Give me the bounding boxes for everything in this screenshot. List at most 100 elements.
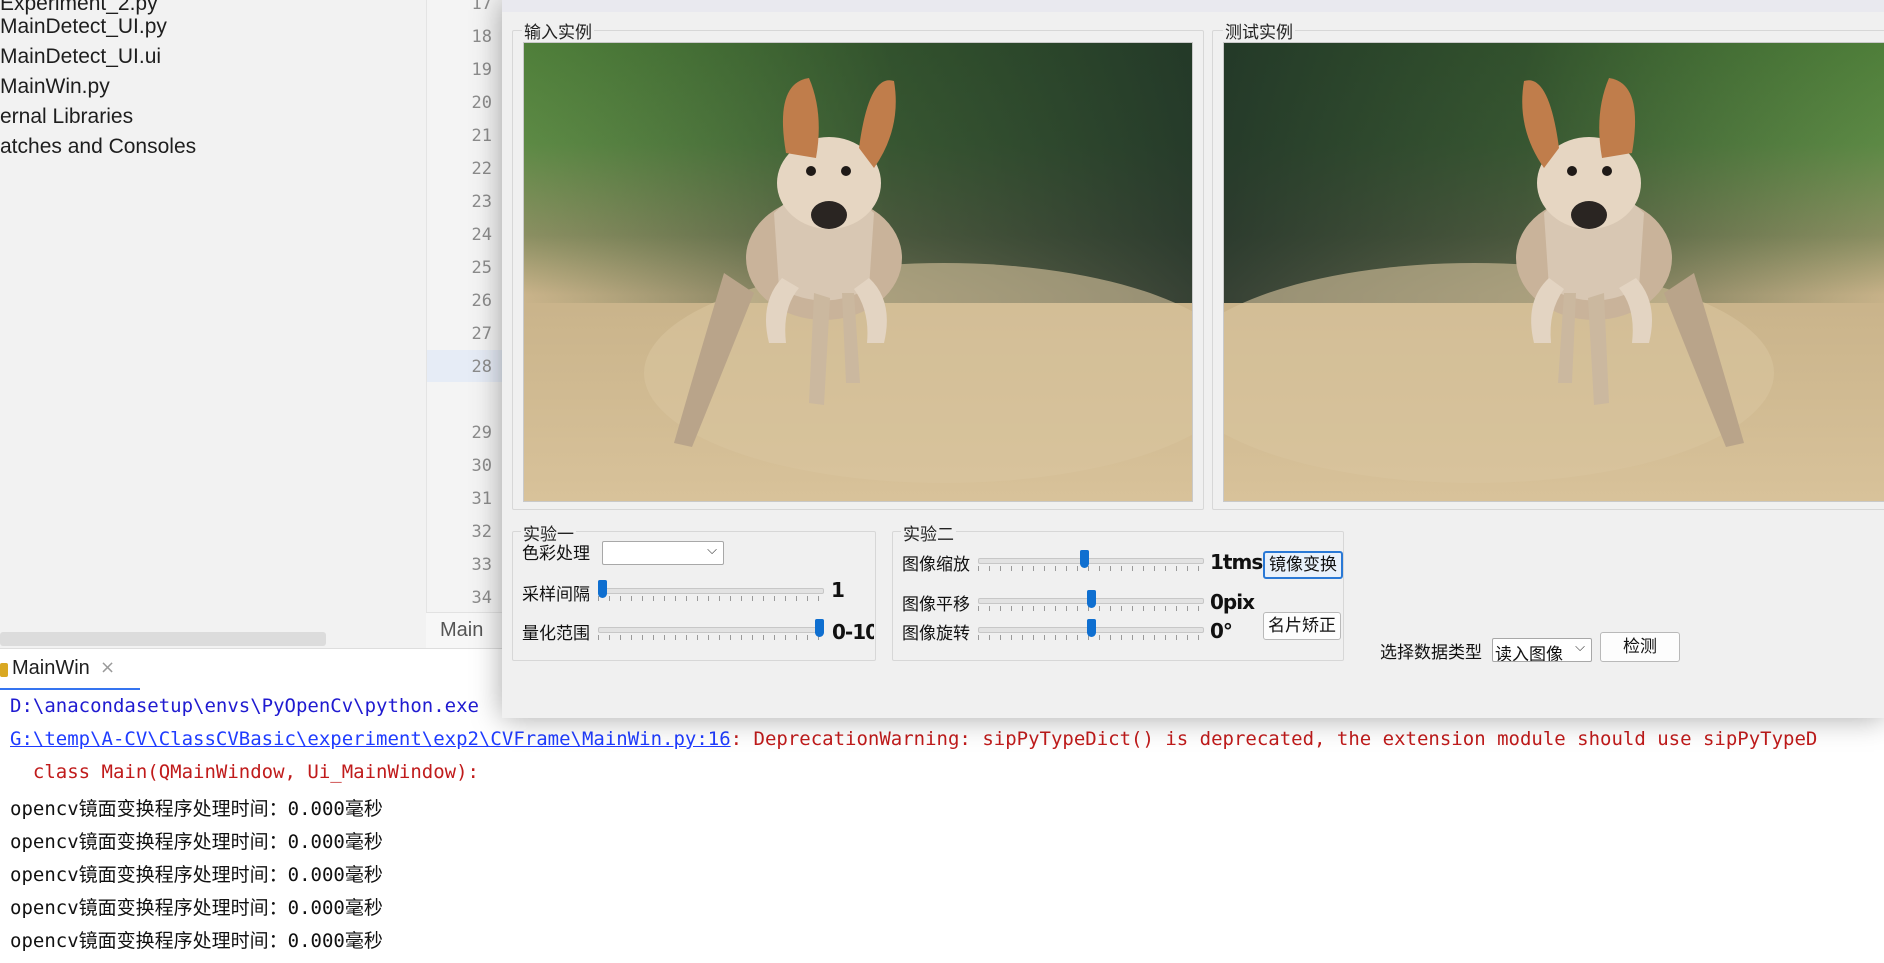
- run-tab-mainwin[interactable]: MainWin ×: [0, 651, 140, 689]
- slider-handle[interactable]: [598, 580, 607, 598]
- input-image: [523, 42, 1193, 502]
- app-window-top-edge: [502, 0, 1884, 12]
- color-processing-label: 色彩处理: [522, 544, 590, 564]
- warning-text: : DeprecationWarning: sipPyTypeDict() is…: [730, 728, 1818, 750]
- output-label: 镜面变换程序处理时间：: [78, 930, 288, 952]
- slider-ticks: [598, 596, 824, 601]
- line-number-current: 28: [471, 357, 492, 377]
- warning-file-link[interactable]: G:\temp\A-CV\ClassCVBasic\experiment\exp…: [10, 728, 731, 750]
- slider-handle[interactable]: [1087, 619, 1096, 637]
- line-number: 20: [471, 93, 492, 113]
- output-unit: 毫秒: [344, 864, 383, 886]
- line-number: 27: [471, 324, 492, 344]
- detect-button[interactable]: 检测: [1600, 632, 1680, 662]
- business-card-correction-button[interactable]: 名片矫正: [1263, 612, 1341, 640]
- line-number: 33: [471, 555, 492, 575]
- output-unit: 毫秒: [344, 930, 383, 952]
- line-number: 30: [471, 456, 492, 476]
- tree-item-scratches-consoles[interactable]: atches and Consoles: [0, 135, 196, 159]
- mirrored-dog-image: [1224, 43, 1884, 501]
- image-rotate-label: 图像旋转: [902, 624, 970, 644]
- tree-item-external-libraries[interactable]: ernal Libraries: [0, 105, 133, 129]
- line-numbers: 17 18 19 20 21 22 23 24 25 26 27 28 29 3…: [426, 0, 502, 612]
- output-label: 镜面变换程序处理时间：: [78, 897, 288, 919]
- image-rotate-slider[interactable]: [978, 619, 1204, 640]
- output-group-title: 测试实例: [1223, 18, 1295, 43]
- slider-groove: [598, 627, 824, 633]
- line-number: 29: [471, 423, 492, 443]
- image-scale-value: 1tms: [1210, 550, 1263, 574]
- console-output-line: opencv镜面变换程序处理时间：0.000毫秒: [10, 827, 383, 854]
- slider-ticks: [598, 635, 824, 640]
- output-image: [1223, 42, 1884, 502]
- output-value: 0.000: [287, 798, 345, 820]
- output-prefix: opencv: [10, 831, 79, 853]
- line-number: 32: [471, 522, 492, 542]
- image-rotate-value: 0°: [1210, 619, 1233, 643]
- slider-handle[interactable]: [1080, 550, 1089, 568]
- datatype-select[interactable]: 读入图像 ⌵: [1492, 638, 1592, 662]
- console-output-line: opencv镜面变换程序处理时间：0.000毫秒: [10, 794, 383, 821]
- output-label: 镜面变换程序处理时间：: [78, 798, 288, 820]
- slider-handle[interactable]: [815, 619, 824, 637]
- quantization-range-slider[interactable]: [598, 619, 824, 640]
- tree-item-maindetect-ui-py[interactable]: MainDetect_UI.py: [0, 15, 167, 39]
- breadcrumb[interactable]: Main: [440, 619, 483, 642]
- console-class-line: class Main(QMainWindow, Ui_MainWindow):: [10, 761, 479, 783]
- line-number: 18: [471, 27, 492, 47]
- console-output-line: opencv镜面变换程序处理时间：0.000毫秒: [10, 893, 383, 920]
- output-value: 0.000: [287, 864, 345, 886]
- output-prefix: opencv: [10, 864, 79, 886]
- image-translate-slider[interactable]: [978, 590, 1204, 611]
- line-number: 23: [471, 192, 492, 212]
- experiment-2-title: 实验二: [901, 520, 956, 545]
- output-value: 0.000: [287, 897, 345, 919]
- editor-breadcrumb-bar: Main: [426, 612, 502, 649]
- quantization-range-value: 0-100: [832, 620, 874, 644]
- close-icon[interactable]: ×: [100, 657, 115, 678]
- run-tab-label: MainWin: [12, 657, 90, 679]
- line-number: 17: [471, 0, 492, 14]
- output-label: 镜面变换程序处理时间：: [78, 831, 288, 853]
- sample-interval-slider[interactable]: [598, 580, 824, 601]
- output-label: 镜面变换程序处理时间：: [78, 864, 288, 886]
- output-prefix: opencv: [10, 930, 79, 952]
- mirror-transform-button[interactable]: 镜像变换: [1263, 551, 1343, 579]
- quantization-range-label: 量化范围: [522, 624, 590, 644]
- slider-groove: [978, 558, 1204, 564]
- line-number: 34: [471, 588, 492, 608]
- horizontal-scrollbar[interactable]: [0, 632, 326, 646]
- image-translate-label: 图像平移: [902, 595, 970, 615]
- datatype-label: 选择数据类型: [1380, 643, 1482, 663]
- chevron-down-icon: ⌵: [1575, 640, 1585, 655]
- running-dog-image: [524, 43, 1192, 501]
- tree-item-mainwin-py[interactable]: MainWin.py: [0, 75, 110, 99]
- console-interpreter-path: D:\anacondasetup\envs\PyOpenCv\python.ex…: [10, 695, 479, 717]
- output-prefix: opencv: [10, 798, 79, 820]
- console-warning-line: G:\temp\A-CV\ClassCVBasic\experiment\exp…: [10, 728, 1817, 750]
- sample-interval-value: 1: [831, 578, 845, 602]
- output-value: 0.000: [287, 831, 345, 853]
- output-value: 0.000: [287, 930, 345, 952]
- output-unit: 毫秒: [344, 798, 383, 820]
- image-scale-slider[interactable]: [978, 550, 1204, 571]
- console-output-line: opencv镜面变换程序处理时间：0.000毫秒: [10, 860, 383, 887]
- line-number: 24: [471, 225, 492, 245]
- sample-interval-label: 采样间隔: [522, 585, 590, 605]
- color-processing-select[interactable]: ⌵: [602, 541, 724, 565]
- line-number: 21: [471, 126, 492, 146]
- output-unit: 毫秒: [344, 831, 383, 853]
- tree-item-maindetect-ui-ui[interactable]: MainDetect_UI.ui: [0, 45, 161, 69]
- active-tab-indicator: [0, 688, 140, 690]
- line-number: 31: [471, 489, 492, 509]
- slider-groove: [598, 588, 824, 594]
- console-output-line: opencv镜面变换程序处理时间：0.000毫秒: [10, 926, 383, 953]
- input-group-title: 输入实例: [522, 18, 594, 43]
- python-run-icon: [0, 663, 8, 677]
- output-unit: 毫秒: [344, 897, 383, 919]
- app-window: 输入实例 测试实例 实验一 色彩处理 ⌵ 采样间隔 1 量化范围 0-10 实验…: [502, 0, 1884, 718]
- line-number: 22: [471, 159, 492, 179]
- slider-handle[interactable]: [1087, 590, 1096, 608]
- image-translate-value: 0pix: [1210, 590, 1255, 614]
- tree-item-experiment2[interactable]: Experiment_2.py: [0, 0, 158, 16]
